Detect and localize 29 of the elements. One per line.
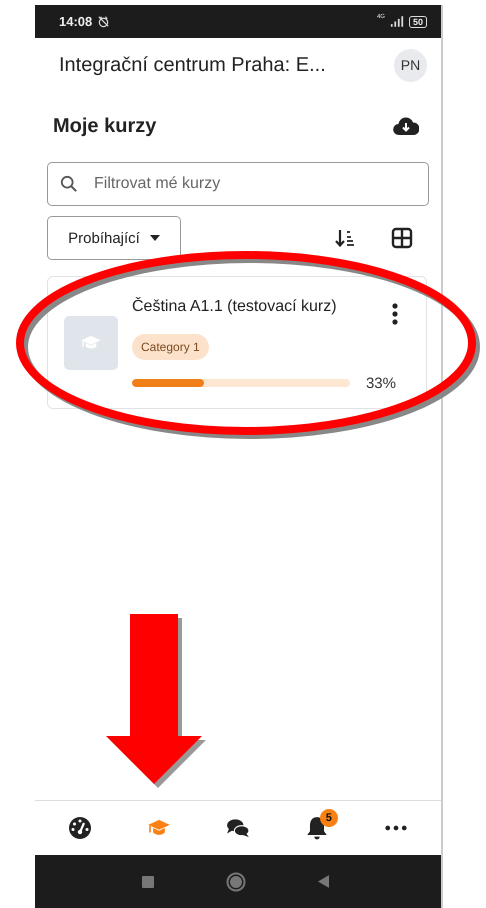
- notification-count: 5: [320, 809, 338, 827]
- user-avatar[interactable]: PN: [394, 48, 427, 82]
- status-dropdown[interactable]: Probíhající: [47, 216, 181, 260]
- category-tag: Category 1: [132, 334, 209, 360]
- search-field[interactable]: Filtrovat mé kurzy: [47, 162, 429, 206]
- course-card[interactable]: Čeština A1.1 (testovací kurz) Category 1 33%: [47, 276, 427, 409]
- circle-icon[interactable]: [226, 872, 246, 892]
- square-icon[interactable]: [142, 876, 154, 888]
- alarm-off-icon: [97, 15, 110, 28]
- dashboard-gauge-icon: [68, 816, 92, 840]
- back-triangle-icon[interactable]: [318, 875, 328, 888]
- caret-icon: [150, 235, 160, 241]
- more-options-icon[interactable]: [392, 302, 398, 324]
- chat-bubbles-icon: [226, 818, 250, 838]
- search-icon: [60, 175, 78, 193]
- graduation-cap-icon: [147, 819, 172, 837]
- clock-time: 14:08: [59, 14, 92, 29]
- course-title[interactable]: Čeština A1.1 (testovací kurz): [132, 298, 337, 316]
- nav-tab[interactable]: 5: [292, 808, 342, 848]
- graduation-cap-icon: [80, 334, 102, 350]
- app-title: Integrační centrum Praha: E...: [59, 54, 327, 76]
- grid-view-icon[interactable]: [391, 227, 413, 249]
- sort-icon[interactable]: [335, 228, 355, 248]
- more-icon: [384, 825, 407, 831]
- page-title: Moje kurzy: [53, 114, 156, 138]
- signal-icon: [390, 16, 404, 27]
- progress-percent: 33%: [366, 374, 396, 392]
- cloud-download-icon[interactable]: [393, 116, 419, 136]
- battery-level: 50: [408, 16, 427, 28]
